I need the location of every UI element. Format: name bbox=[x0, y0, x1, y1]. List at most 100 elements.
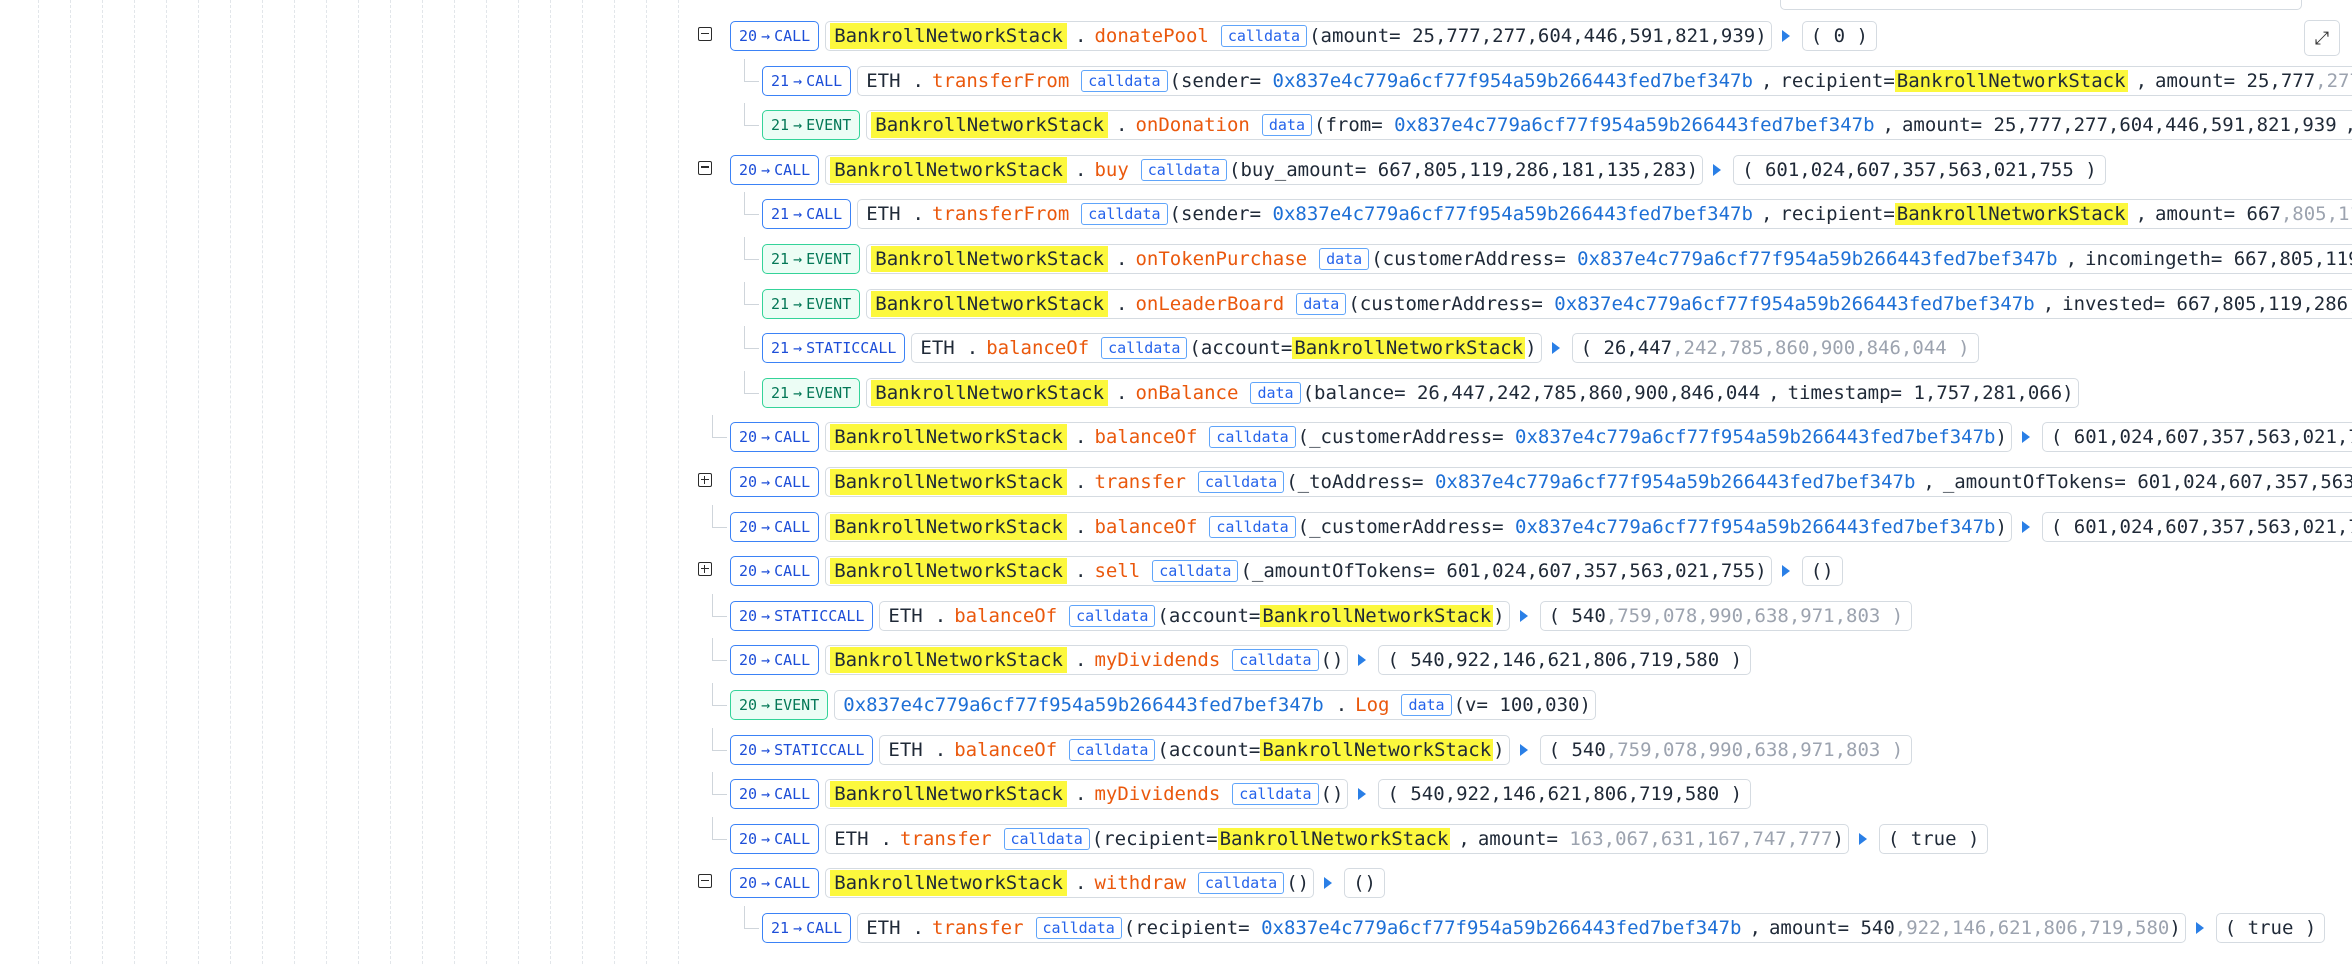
function-name[interactable]: transfer bbox=[1094, 471, 1186, 493]
function-name[interactable]: Log bbox=[1355, 694, 1389, 716]
contract-name[interactable]: ETH bbox=[884, 603, 926, 629]
play-icon[interactable] bbox=[2021, 431, 2030, 444]
calldata-tag[interactable]: calldata bbox=[1152, 560, 1239, 583]
function-name[interactable]: withdraw bbox=[1094, 872, 1186, 894]
call-type-badge[interactable]: 20 → CALL bbox=[730, 779, 820, 810]
function-name[interactable]: onDonation bbox=[1135, 114, 1249, 136]
play-icon[interactable] bbox=[1858, 832, 1867, 845]
contract-name[interactable]: BankrollNetworkStack bbox=[830, 23, 1067, 49]
function-name[interactable]: myDividends bbox=[1094, 649, 1220, 671]
arg-value[interactable]: 0x837e4c779a6cf77f954a59b266443fed7bef34… bbox=[1261, 917, 1741, 939]
contract-name[interactable]: ETH bbox=[862, 915, 904, 941]
collapse-toggle-icon[interactable] bbox=[698, 874, 712, 889]
trace-row[interactable]: 21 → STATICCALL ETH. balanceOf calldata (accou… bbox=[744, 326, 1979, 370]
call-type-badge[interactable]: 20 → CALL bbox=[730, 823, 820, 854]
contract-name[interactable]: 0x837e4c779a6cf77f954a59b266443fed7bef34… bbox=[839, 692, 1327, 718]
trace-row[interactable]: 20 → CALL ETH. transfer calldata (recipient= Ba… bbox=[712, 816, 1989, 861]
contract-name[interactable]: BankrollNetworkStack bbox=[871, 112, 1109, 139]
calldata-tag[interactable]: data bbox=[1296, 292, 1347, 315]
arg-value[interactable]: 0x837e4c779a6cf77f954a59b266443fed7bef34… bbox=[1515, 426, 1995, 448]
trace-row[interactable]: 21 → CALL ETH. transferFrom calldata (sender= … bbox=[744, 192, 2352, 236]
trace-row[interactable]: 21 → CALL ETH. transfer calldata (recipient= 0… bbox=[744, 906, 2326, 950]
arg-value[interactable]: BankrollNetworkStack bbox=[1292, 337, 1526, 360]
contract-name[interactable]: BankrollNetworkStack bbox=[871, 290, 1109, 317]
calldata-tag[interactable]: calldata bbox=[1209, 426, 1296, 449]
arg-value[interactable]: BankrollNetworkStack bbox=[1217, 827, 1451, 850]
calldata-tag[interactable]: data bbox=[1261, 114, 1312, 137]
call-type-badge[interactable]: 21 → EVENT bbox=[762, 288, 861, 319]
contract-name[interactable]: ETH bbox=[862, 201, 904, 227]
play-icon[interactable] bbox=[1781, 30, 1790, 42]
call-type-badge[interactable]: 20 → CALL bbox=[730, 645, 820, 676]
arg-value[interactable]: BankrollNetworkStack bbox=[1260, 604, 1494, 627]
call-type-badge[interactable]: 20 → CALL bbox=[730, 21, 820, 51]
calldata-tag[interactable]: calldata bbox=[1101, 337, 1188, 360]
contract-name[interactable]: BankrollNetworkStack bbox=[830, 781, 1067, 808]
function-name[interactable]: transfer bbox=[900, 828, 992, 850]
trace-row[interactable]: 20 → STATICCALL ETH. balanceOf calldata (accou… bbox=[712, 593, 1913, 638]
call-type-badge[interactable]: 20 → CALL bbox=[730, 154, 820, 185]
contract-name[interactable]: BankrollNetworkStack bbox=[871, 379, 1109, 406]
calldata-tag[interactable]: calldata bbox=[1140, 158, 1228, 181]
play-icon[interactable] bbox=[1324, 877, 1333, 890]
play-icon[interactable] bbox=[1519, 609, 1528, 622]
calldata-tag[interactable]: calldata bbox=[1081, 69, 1168, 92]
trace-row[interactable]: 21 → EVENT BankrollNetworkStack. onTokenPurc… bbox=[744, 237, 2352, 281]
trace-row[interactable]: 20 → CALL BankrollNetworkStack. withdraw call… bbox=[698, 861, 1385, 905]
collapse-toggle-icon[interactable] bbox=[698, 160, 712, 175]
call-type-badge[interactable]: 20 → STATICCALL bbox=[730, 600, 874, 631]
calldata-tag[interactable]: calldata bbox=[1197, 471, 1285, 493]
arg-value[interactable]: BankrollNetworkStack bbox=[1894, 203, 2128, 226]
calldata-tag[interactable]: data bbox=[1319, 248, 1370, 270]
calldata-tag[interactable]: calldata bbox=[1220, 25, 1308, 47]
trace-row[interactable]: 20 → CALL BankrollNetworkStack. myDividends c… bbox=[712, 638, 1752, 682]
call-type-badge[interactable]: 20 → CALL bbox=[730, 868, 820, 899]
call-type-badge[interactable]: 21 → STATICCALL bbox=[762, 333, 906, 364]
arg-value[interactable]: BankrollNetworkStack bbox=[1260, 738, 1494, 761]
play-icon[interactable] bbox=[1358, 654, 1367, 667]
contract-name[interactable]: BankrollNetworkStack bbox=[830, 156, 1067, 183]
call-type-badge[interactable]: 21 → EVENT bbox=[762, 377, 861, 408]
call-type-badge[interactable]: 20 → CALL bbox=[730, 467, 820, 497]
trace-row[interactable]: 21 → EVENT BankrollNetworkStack. onLeaderBoa… bbox=[744, 281, 2352, 326]
contract-name[interactable]: ETH bbox=[884, 737, 926, 763]
contract-name[interactable]: ETH bbox=[830, 826, 872, 852]
contract-name[interactable]: BankrollNetworkStack bbox=[830, 513, 1067, 540]
function-name[interactable]: balanceOf bbox=[1094, 516, 1197, 538]
call-type-badge[interactable]: 21 → CALL bbox=[762, 65, 852, 96]
call-type-badge[interactable]: 21 → CALL bbox=[762, 199, 852, 230]
call-type-badge[interactable]: 21 → EVENT bbox=[762, 244, 861, 274]
trace-row[interactable]: 20 → CALL BankrollNetworkStack. balanceOf cal… bbox=[712, 415, 2352, 459]
call-type-badge[interactable]: 20 → CALL bbox=[730, 422, 820, 453]
function-name[interactable]: sell bbox=[1094, 560, 1140, 582]
contract-name[interactable]: BankrollNetworkStack bbox=[830, 870, 1067, 897]
play-icon[interactable] bbox=[1781, 565, 1790, 578]
arg-value[interactable]: 0x837e4c779a6cf77f954a59b266443fed7bef34… bbox=[1435, 471, 1915, 493]
call-type-badge[interactable]: 21 → EVENT bbox=[762, 110, 861, 141]
function-name[interactable]: balanceOf bbox=[954, 605, 1057, 627]
function-name[interactable]: transferFrom bbox=[932, 203, 1069, 225]
arg-value[interactable]: 0x837e4c779a6cf77f954a59b266443fed7bef34… bbox=[1554, 293, 2034, 315]
play-icon[interactable] bbox=[2021, 520, 2030, 533]
trace-row[interactable]: 20 → CALL BankrollNetworkStack. myDividends c… bbox=[712, 772, 1752, 816]
trace-row[interactable]: 20 → CALL BankrollNetworkStack. donatePool ca… bbox=[698, 14, 1877, 58]
trace-row[interactable]: 20 → EVENT 0x837e4c779a6cf77f954a59b266443f… bbox=[712, 683, 1596, 727]
collapse-toggle-icon[interactable] bbox=[698, 27, 712, 41]
trace-row[interactable]: 20 → CALL BankrollNetworkStack. buy calldata(… bbox=[698, 148, 2106, 192]
function-name[interactable]: onTokenPurchase bbox=[1135, 248, 1307, 270]
calldata-tag[interactable]: calldata bbox=[1069, 738, 1156, 761]
play-icon[interactable] bbox=[1551, 342, 1560, 355]
contract-name[interactable]: BankrollNetworkStack bbox=[830, 424, 1067, 451]
function-name[interactable]: balanceOf bbox=[954, 739, 1057, 761]
calldata-tag[interactable]: calldata bbox=[1003, 827, 1090, 850]
calldata-tag[interactable]: calldata bbox=[1232, 649, 1319, 672]
calldata-tag[interactable]: calldata bbox=[1232, 783, 1319, 806]
expand-button[interactable]: ⤢ bbox=[2304, 20, 2340, 56]
function-name[interactable]: balanceOf bbox=[986, 337, 1089, 359]
trace-row[interactable]: 21 → EVENT BankrollNetworkStack. onBalance da… bbox=[744, 370, 2079, 415]
trace-row[interactable]: 20 → STATICCALL ETH. balanceOf calldata (accou… bbox=[712, 727, 1913, 772]
arg-value[interactable]: 0x837e4c779a6cf77f954a59b266443fed7bef34… bbox=[1515, 516, 1995, 538]
function-name[interactable]: donatePool bbox=[1094, 25, 1208, 47]
function-name[interactable]: onBalance bbox=[1135, 382, 1238, 404]
function-name[interactable]: buy bbox=[1094, 159, 1128, 181]
